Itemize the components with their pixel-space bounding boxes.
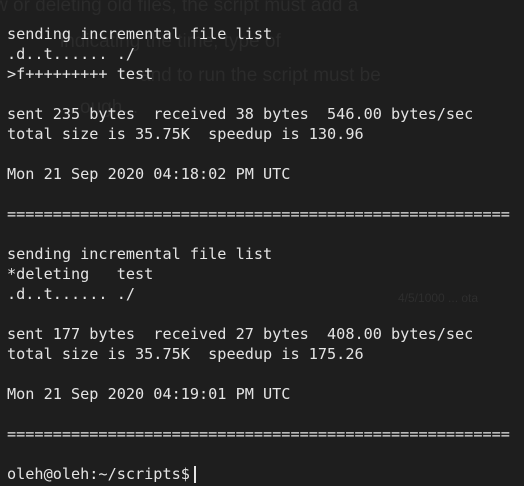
command-prompt[interactable]: oleh@oleh:~/scripts$ [0,464,524,484]
text-cursor [193,465,196,483]
terminal-line: Mon 21 Sep 2020 04:19:01 PM UTC [7,385,291,403]
background-text-line: w or deleting old files, the script must… [0,0,359,16]
terminal-line: sent 177 bytes received 27 bytes 408.00 … [7,325,474,343]
terminal-line: total size is 35.75K speedup is 130.96 [7,125,364,143]
separator-line: ========================================… [7,425,510,443]
terminal-line: sent 235 bytes received 38 bytes 546.00 … [7,105,474,123]
terminal-line: total size is 35.75K speedup is 175.26 [7,345,364,363]
terminal-line: sending incremental file list [7,25,273,43]
terminal-line: .d..t...... ./ [7,285,136,303]
terminal-output[interactable]: sending incremental file list .d..t.....… [0,24,524,484]
separator-line: ========================================… [7,205,510,223]
prompt-text: oleh@oleh:~/scripts$ [7,465,190,483]
terminal-line: sending incremental file list [7,245,273,263]
terminal-line: *deleting test [7,265,154,283]
terminal-line: >f+++++++++ test [7,65,154,83]
terminal-line: Mon 21 Sep 2020 04:18:02 PM UTC [7,165,291,183]
terminal-line: .d..t...... ./ [7,45,136,63]
